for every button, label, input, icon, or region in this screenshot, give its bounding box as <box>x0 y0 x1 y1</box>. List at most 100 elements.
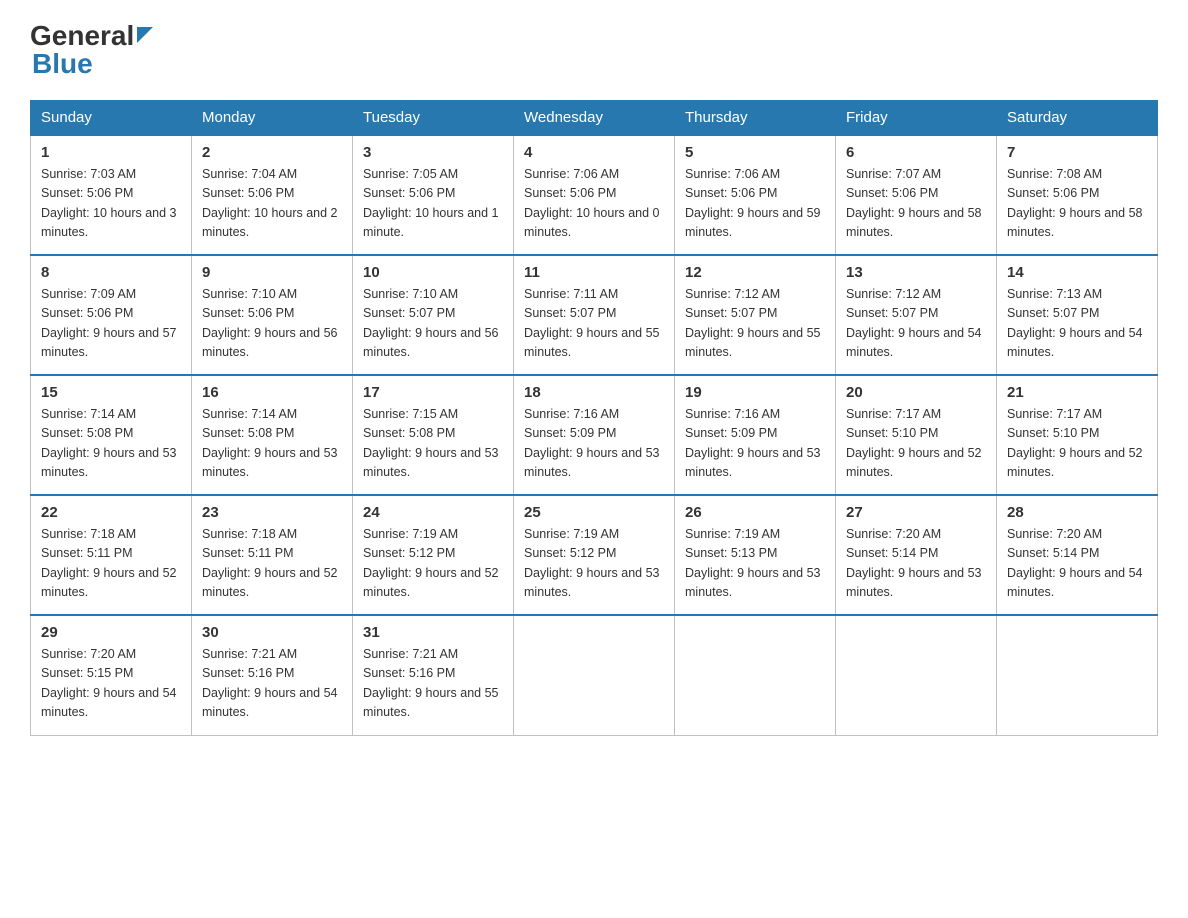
day-info: Sunrise: 7:17 AMSunset: 5:10 PMDaylight:… <box>846 405 986 483</box>
day-number: 10 <box>363 264 503 281</box>
calendar-week-row: 22 Sunrise: 7:18 AMSunset: 5:11 PMDaylig… <box>31 495 1158 615</box>
weekday-header-saturday: Saturday <box>997 101 1158 136</box>
calendar-cell: 28 Sunrise: 7:20 AMSunset: 5:14 PMDaylig… <box>997 495 1158 615</box>
day-info: Sunrise: 7:19 AMSunset: 5:12 PMDaylight:… <box>363 525 503 603</box>
day-info: Sunrise: 7:10 AMSunset: 5:06 PMDaylight:… <box>202 285 342 363</box>
weekday-header-thursday: Thursday <box>675 101 836 136</box>
day-number: 29 <box>41 624 181 641</box>
day-number: 1 <box>41 144 181 161</box>
day-info: Sunrise: 7:21 AMSunset: 5:16 PMDaylight:… <box>363 645 503 723</box>
day-number: 14 <box>1007 264 1147 281</box>
calendar-cell: 5 Sunrise: 7:06 AMSunset: 5:06 PMDayligh… <box>675 135 836 255</box>
day-info: Sunrise: 7:12 AMSunset: 5:07 PMDaylight:… <box>685 285 825 363</box>
calendar-week-row: 1 Sunrise: 7:03 AMSunset: 5:06 PMDayligh… <box>31 135 1158 255</box>
day-info: Sunrise: 7:07 AMSunset: 5:06 PMDaylight:… <box>846 165 986 243</box>
day-number: 21 <box>1007 384 1147 401</box>
day-number: 23 <box>202 504 342 521</box>
calendar-cell: 21 Sunrise: 7:17 AMSunset: 5:10 PMDaylig… <box>997 375 1158 495</box>
calendar-cell <box>836 615 997 735</box>
day-number: 27 <box>846 504 986 521</box>
day-info: Sunrise: 7:09 AMSunset: 5:06 PMDaylight:… <box>41 285 181 363</box>
calendar-cell: 6 Sunrise: 7:07 AMSunset: 5:06 PMDayligh… <box>836 135 997 255</box>
calendar-cell: 14 Sunrise: 7:13 AMSunset: 5:07 PMDaylig… <box>997 255 1158 375</box>
calendar-cell: 26 Sunrise: 7:19 AMSunset: 5:13 PMDaylig… <box>675 495 836 615</box>
calendar-cell <box>514 615 675 735</box>
day-info: Sunrise: 7:16 AMSunset: 5:09 PMDaylight:… <box>685 405 825 483</box>
day-number: 17 <box>363 384 503 401</box>
logo-blue-text: Blue <box>32 48 93 80</box>
weekday-header-wednesday: Wednesday <box>514 101 675 136</box>
calendar-cell: 1 Sunrise: 7:03 AMSunset: 5:06 PMDayligh… <box>31 135 192 255</box>
logo-arrow-icon <box>137 27 153 48</box>
day-info: Sunrise: 7:16 AMSunset: 5:09 PMDaylight:… <box>524 405 664 483</box>
day-number: 31 <box>363 624 503 641</box>
day-number: 19 <box>685 384 825 401</box>
page-header: General Blue <box>30 20 1158 80</box>
day-number: 18 <box>524 384 664 401</box>
calendar-cell: 18 Sunrise: 7:16 AMSunset: 5:09 PMDaylig… <box>514 375 675 495</box>
day-info: Sunrise: 7:10 AMSunset: 5:07 PMDaylight:… <box>363 285 503 363</box>
day-number: 26 <box>685 504 825 521</box>
calendar-table: SundayMondayTuesdayWednesdayThursdayFrid… <box>30 100 1158 736</box>
day-info: Sunrise: 7:04 AMSunset: 5:06 PMDaylight:… <box>202 165 342 243</box>
calendar-cell: 27 Sunrise: 7:20 AMSunset: 5:14 PMDaylig… <box>836 495 997 615</box>
calendar-cell: 19 Sunrise: 7:16 AMSunset: 5:09 PMDaylig… <box>675 375 836 495</box>
day-number: 22 <box>41 504 181 521</box>
calendar-week-row: 29 Sunrise: 7:20 AMSunset: 5:15 PMDaylig… <box>31 615 1158 735</box>
day-info: Sunrise: 7:17 AMSunset: 5:10 PMDaylight:… <box>1007 405 1147 483</box>
day-number: 7 <box>1007 144 1147 161</box>
calendar-cell: 12 Sunrise: 7:12 AMSunset: 5:07 PMDaylig… <box>675 255 836 375</box>
calendar-cell: 16 Sunrise: 7:14 AMSunset: 5:08 PMDaylig… <box>192 375 353 495</box>
calendar-cell: 23 Sunrise: 7:18 AMSunset: 5:11 PMDaylig… <box>192 495 353 615</box>
day-info: Sunrise: 7:14 AMSunset: 5:08 PMDaylight:… <box>202 405 342 483</box>
calendar-cell: 7 Sunrise: 7:08 AMSunset: 5:06 PMDayligh… <box>997 135 1158 255</box>
day-number: 15 <box>41 384 181 401</box>
day-number: 9 <box>202 264 342 281</box>
day-number: 12 <box>685 264 825 281</box>
day-number: 6 <box>846 144 986 161</box>
calendar-cell: 4 Sunrise: 7:06 AMSunset: 5:06 PMDayligh… <box>514 135 675 255</box>
calendar-cell: 13 Sunrise: 7:12 AMSunset: 5:07 PMDaylig… <box>836 255 997 375</box>
day-info: Sunrise: 7:20 AMSunset: 5:15 PMDaylight:… <box>41 645 181 723</box>
calendar-cell <box>675 615 836 735</box>
day-number: 16 <box>202 384 342 401</box>
logo: General Blue <box>30 20 153 80</box>
day-number: 20 <box>846 384 986 401</box>
day-number: 30 <box>202 624 342 641</box>
calendar-cell: 20 Sunrise: 7:17 AMSunset: 5:10 PMDaylig… <box>836 375 997 495</box>
day-info: Sunrise: 7:12 AMSunset: 5:07 PMDaylight:… <box>846 285 986 363</box>
day-number: 8 <box>41 264 181 281</box>
calendar-cell: 9 Sunrise: 7:10 AMSunset: 5:06 PMDayligh… <box>192 255 353 375</box>
calendar-cell: 2 Sunrise: 7:04 AMSunset: 5:06 PMDayligh… <box>192 135 353 255</box>
day-number: 4 <box>524 144 664 161</box>
calendar-cell: 24 Sunrise: 7:19 AMSunset: 5:12 PMDaylig… <box>353 495 514 615</box>
calendar-cell: 10 Sunrise: 7:10 AMSunset: 5:07 PMDaylig… <box>353 255 514 375</box>
day-info: Sunrise: 7:06 AMSunset: 5:06 PMDaylight:… <box>685 165 825 243</box>
calendar-cell: 31 Sunrise: 7:21 AMSunset: 5:16 PMDaylig… <box>353 615 514 735</box>
day-info: Sunrise: 7:03 AMSunset: 5:06 PMDaylight:… <box>41 165 181 243</box>
day-info: Sunrise: 7:18 AMSunset: 5:11 PMDaylight:… <box>202 525 342 603</box>
day-number: 11 <box>524 264 664 281</box>
calendar-cell: 11 Sunrise: 7:11 AMSunset: 5:07 PMDaylig… <box>514 255 675 375</box>
day-number: 25 <box>524 504 664 521</box>
calendar-cell: 3 Sunrise: 7:05 AMSunset: 5:06 PMDayligh… <box>353 135 514 255</box>
day-info: Sunrise: 7:06 AMSunset: 5:06 PMDaylight:… <box>524 165 664 243</box>
day-info: Sunrise: 7:14 AMSunset: 5:08 PMDaylight:… <box>41 405 181 483</box>
calendar-cell: 8 Sunrise: 7:09 AMSunset: 5:06 PMDayligh… <box>31 255 192 375</box>
weekday-header-friday: Friday <box>836 101 997 136</box>
weekday-header-monday: Monday <box>192 101 353 136</box>
calendar-cell: 30 Sunrise: 7:21 AMSunset: 5:16 PMDaylig… <box>192 615 353 735</box>
day-number: 28 <box>1007 504 1147 521</box>
day-number: 13 <box>846 264 986 281</box>
calendar-cell: 29 Sunrise: 7:20 AMSunset: 5:15 PMDaylig… <box>31 615 192 735</box>
day-info: Sunrise: 7:08 AMSunset: 5:06 PMDaylight:… <box>1007 165 1147 243</box>
day-info: Sunrise: 7:13 AMSunset: 5:07 PMDaylight:… <box>1007 285 1147 363</box>
calendar-cell: 25 Sunrise: 7:19 AMSunset: 5:12 PMDaylig… <box>514 495 675 615</box>
day-info: Sunrise: 7:11 AMSunset: 5:07 PMDaylight:… <box>524 285 664 363</box>
weekday-header-row: SundayMondayTuesdayWednesdayThursdayFrid… <box>31 101 1158 136</box>
day-number: 5 <box>685 144 825 161</box>
weekday-header-tuesday: Tuesday <box>353 101 514 136</box>
day-info: Sunrise: 7:20 AMSunset: 5:14 PMDaylight:… <box>1007 525 1147 603</box>
calendar-week-row: 8 Sunrise: 7:09 AMSunset: 5:06 PMDayligh… <box>31 255 1158 375</box>
calendar-cell: 17 Sunrise: 7:15 AMSunset: 5:08 PMDaylig… <box>353 375 514 495</box>
